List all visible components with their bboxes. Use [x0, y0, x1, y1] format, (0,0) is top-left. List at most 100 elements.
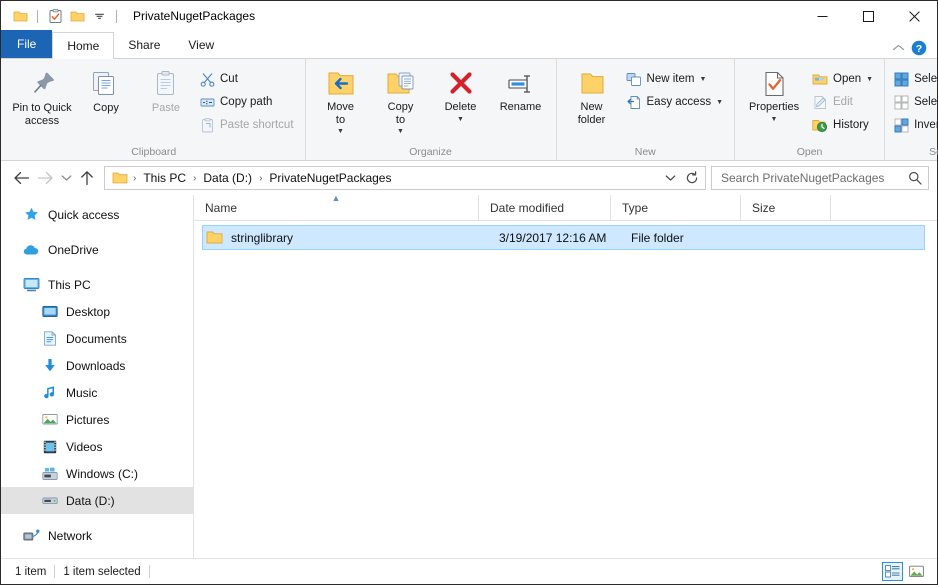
sidebar-item-desktop[interactable]: Desktop: [1, 298, 193, 325]
cut-button[interactable]: Cut: [197, 68, 299, 90]
copy-to-label: Copy to: [387, 101, 414, 126]
sidebar-item-label: This PC: [48, 277, 91, 292]
sidebar-item-pictures[interactable]: Pictures: [1, 406, 193, 433]
search-icon[interactable]: [908, 171, 922, 185]
ribbon-group-select-label: Select: [929, 146, 938, 158]
chevron-down-icon[interactable]: [88, 5, 110, 27]
sidebar-item-music[interactable]: Music: [1, 379, 193, 406]
copy-path-button[interactable]: Copy path: [197, 91, 299, 113]
nav-gap: [1, 263, 193, 271]
column-header-date-modified[interactable]: Date modified: [479, 194, 611, 221]
sidebar-item-windows-c[interactable]: Windows (C:): [1, 460, 193, 487]
windows-drive-icon: [41, 465, 58, 482]
documents-icon: [41, 330, 58, 347]
cloud-icon: [23, 241, 40, 258]
copy-button[interactable]: Copy: [77, 66, 135, 118]
quick-access-toolbar: [1, 5, 123, 27]
ribbon: Pin to Quick access Copy Paste Cut Copy …: [1, 59, 938, 161]
paste-label: Paste: [151, 102, 181, 114]
tab-home[interactable]: Home: [52, 32, 115, 59]
search-input[interactable]: Search PrivateNugetPackages: [711, 166, 929, 190]
table-row[interactable]: stringlibrary 3/19/2017 12:16 AM File fo…: [202, 225, 925, 250]
sidebar-item-data-d[interactable]: Data (D:): [1, 487, 193, 514]
recent-locations-button[interactable]: [57, 166, 75, 190]
rename-button[interactable]: Rename: [492, 66, 550, 117]
sidebar-item-this-pc[interactable]: This PC: [1, 271, 193, 298]
cut-label: Cut: [220, 73, 238, 85]
invert-selection-label: Invert selection: [914, 119, 938, 131]
easy-access-button[interactable]: Easy access ▼: [623, 91, 729, 113]
select-none-label: Select none: [914, 96, 938, 108]
sidebar-item-quick-access[interactable]: Quick access: [1, 201, 193, 228]
select-none-button[interactable]: Select none: [891, 91, 938, 113]
properties-button[interactable]: Properties ▼: [741, 66, 807, 126]
monitor-icon: [23, 276, 40, 293]
chevron-down-icon[interactable]: ▼: [397, 128, 404, 135]
sidebar-item-downloads[interactable]: Downloads: [1, 352, 193, 379]
move-to-button[interactable]: Move to ▼: [312, 66, 370, 138]
sidebar-item-documents[interactable]: Documents: [1, 325, 193, 352]
breadcrumb-item-data-d[interactable]: Data (D:): [197, 169, 258, 187]
breadcrumb-item-privatenugetpackages[interactable]: PrivateNugetPackages: [263, 169, 397, 187]
new-item-button[interactable]: New item ▼: [623, 68, 729, 90]
open-label: Open: [833, 73, 862, 85]
collapse-ribbon-icon[interactable]: [892, 44, 905, 52]
chevron-down-icon[interactable]: ▼: [337, 128, 344, 135]
help-icon[interactable]: ?: [911, 40, 927, 56]
sidebar-item-network[interactable]: Network: [1, 522, 193, 549]
column-header-type[interactable]: Type: [611, 194, 741, 221]
invert-selection-button[interactable]: Invert selection: [891, 114, 938, 136]
tab-share[interactable]: Share: [114, 32, 174, 58]
sidebar-item-videos[interactable]: Videos: [1, 433, 193, 460]
minimize-button[interactable]: [799, 1, 845, 31]
address-path-box[interactable]: › This PC › Data (D:) › PrivateNugetPack…: [104, 166, 706, 190]
drive-icon: [41, 492, 58, 509]
cell-type: File folder: [631, 230, 684, 245]
open-button[interactable]: Open ▼: [809, 68, 878, 90]
maximize-button[interactable]: [845, 1, 891, 31]
history-button[interactable]: History: [809, 114, 878, 136]
status-divider-2: [148, 565, 150, 578]
delete-button[interactable]: Delete ▼: [432, 66, 490, 126]
sidebar-item-label: Windows (C:): [66, 466, 139, 481]
breadcrumb-item-this-pc[interactable]: This PC: [137, 169, 192, 187]
cell-date-modified: 3/19/2017 12:16 AM: [499, 230, 607, 245]
nav-gap: [1, 228, 193, 236]
large-icons-view-button[interactable]: [906, 562, 927, 581]
file-list-area: ▲ Name Date modified Type Size stringlib…: [194, 193, 937, 558]
select-all-button[interactable]: Select all: [891, 68, 938, 90]
close-button[interactable]: [891, 1, 937, 31]
address-bar: › This PC › Data (D:) › PrivateNugetPack…: [1, 161, 937, 195]
tab-view[interactable]: View: [174, 32, 228, 58]
column-header-size[interactable]: Size: [741, 194, 831, 221]
new-folder-button[interactable]: New folder: [563, 66, 621, 129]
pin-to-quick-access-button[interactable]: Pin to Quick access: [9, 66, 75, 130]
sidebar-item-label: Network: [48, 528, 93, 543]
sidebar-item-label: Data (D:): [66, 493, 115, 508]
copy-to-button[interactable]: Copy to ▼: [372, 66, 430, 138]
clipboard-check-icon[interactable]: [44, 5, 66, 27]
chevron-down-icon[interactable]: ▼: [866, 76, 873, 83]
file-rows: stringlibrary 3/19/2017 12:16 AM File fo…: [194, 221, 937, 558]
column-header-name[interactable]: ▲ Name: [194, 193, 479, 221]
chevron-down-icon[interactable]: ▼: [699, 76, 706, 83]
folder-icon: [9, 5, 31, 27]
chevron-down-icon[interactable]: ▼: [771, 116, 778, 123]
details-view-button[interactable]: [882, 562, 903, 581]
column-header-date-modified-label: Date modified: [490, 200, 565, 215]
explorer-body: Quick access OneDrive This PC Desktop Do…: [1, 193, 937, 558]
new-folder-label: New folder: [577, 101, 606, 126]
refresh-icon[interactable]: [681, 167, 703, 189]
address-dropdown-icon[interactable]: [659, 167, 681, 189]
back-button[interactable]: [9, 166, 33, 190]
chevron-down-icon[interactable]: ▼: [457, 116, 464, 123]
qat-divider: [37, 9, 38, 23]
new-folder-icon[interactable]: [66, 5, 88, 27]
paste-shortcut-label: Paste shortcut: [220, 119, 294, 131]
chevron-down-icon[interactable]: ▼: [716, 99, 723, 106]
tab-file[interactable]: File: [1, 30, 53, 58]
up-button[interactable]: [75, 166, 99, 190]
sidebar-item-onedrive[interactable]: OneDrive: [1, 236, 193, 263]
music-icon: [41, 384, 58, 401]
ribbon-group-new: New folder New item ▼ Easy access ▼ New: [557, 59, 736, 160]
